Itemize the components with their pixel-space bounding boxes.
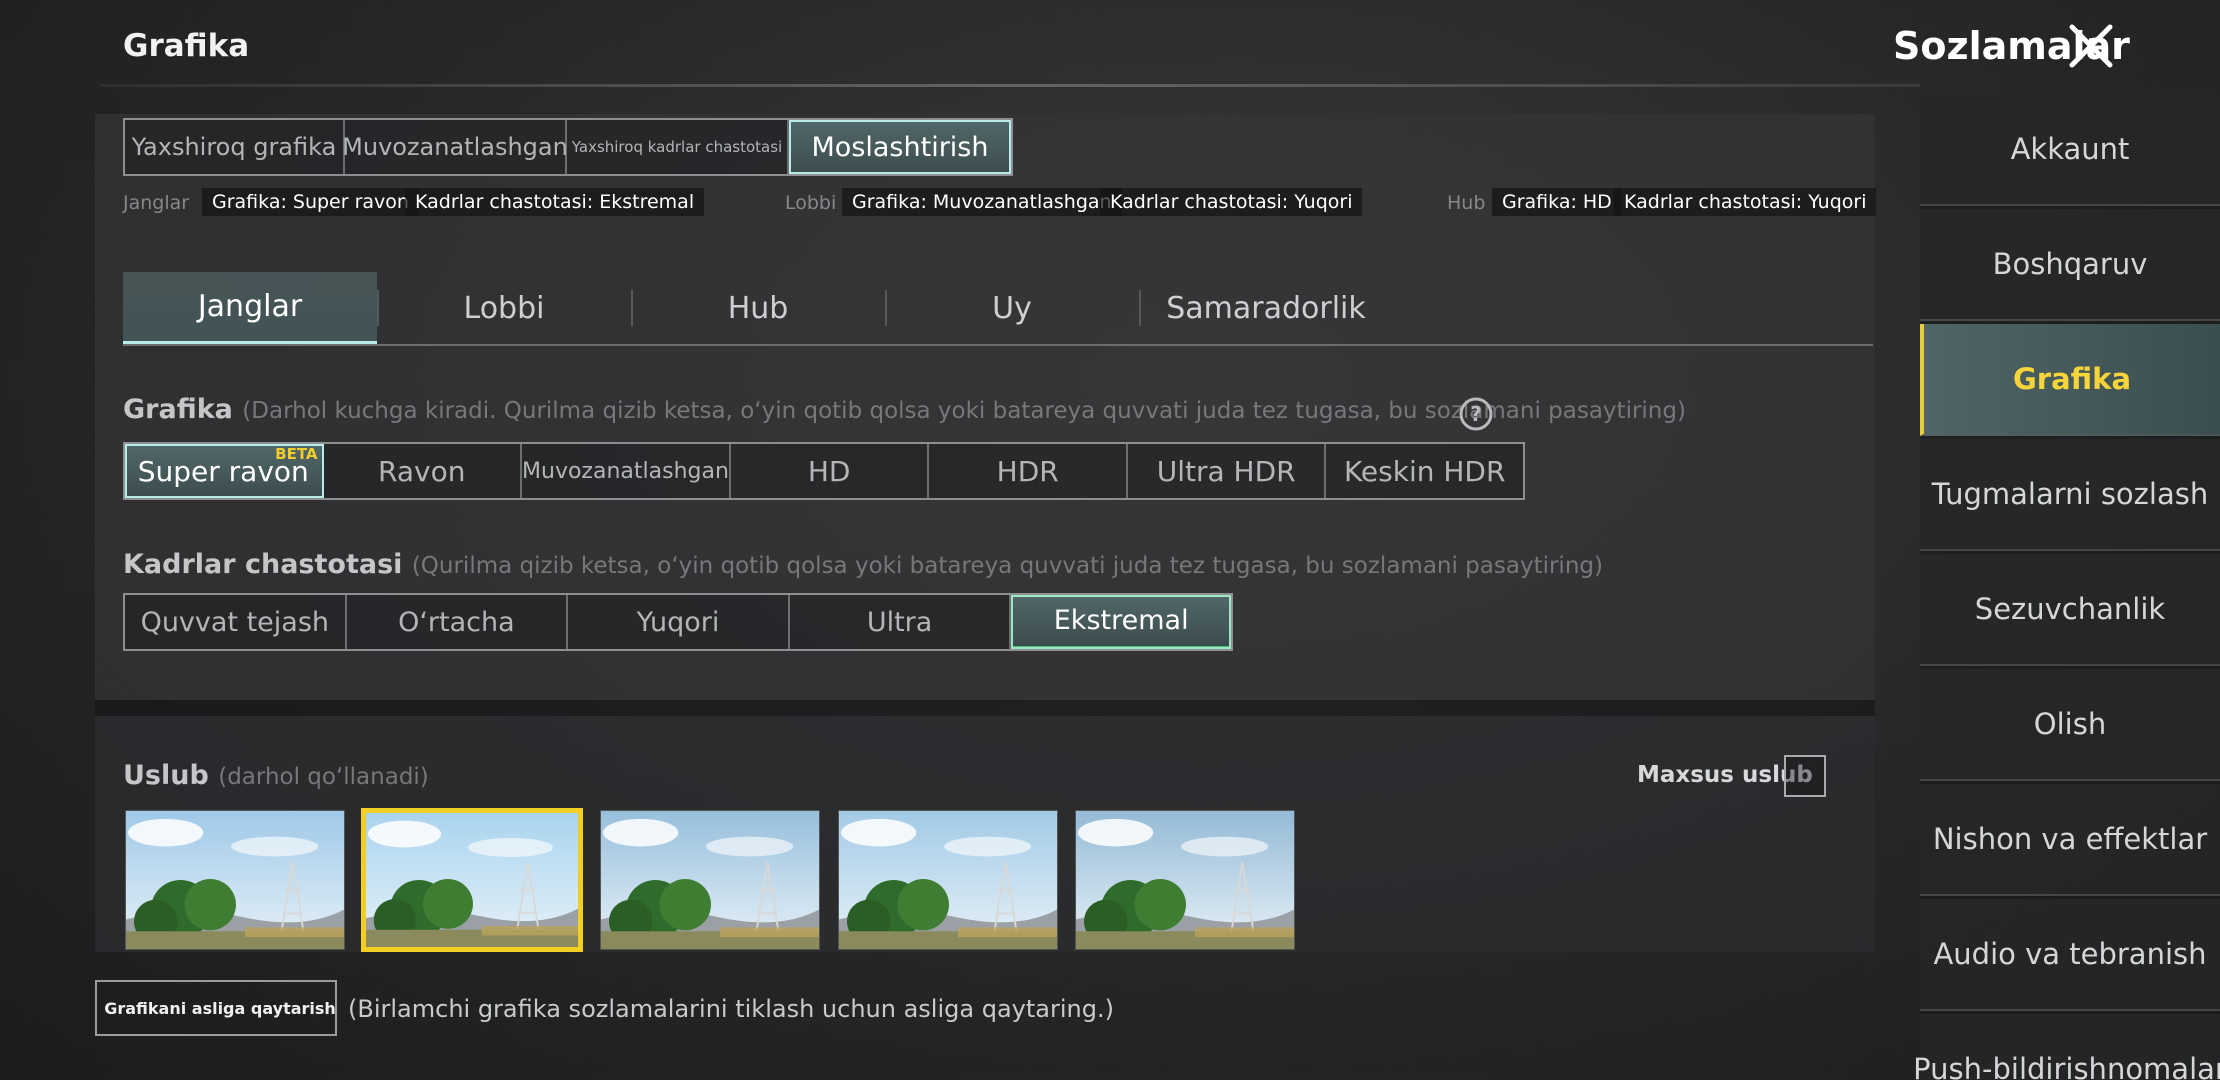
fps-medium[interactable]: O‘rtacha <box>347 595 569 649</box>
help-button[interactable]: ? <box>1458 396 1494 436</box>
style-thumb[interactable] <box>838 810 1058 950</box>
close-icon <box>2069 24 2113 68</box>
battles-info-label: Janglar <box>123 192 190 214</box>
graphics-ultra-hdr[interactable]: Ultra HDR <box>1128 444 1327 498</box>
preset-customize[interactable]: Moslashtirish <box>789 120 1011 174</box>
sidebar-item-controls[interactable]: Boshqaruv <box>1920 209 2220 321</box>
preset-balanced[interactable]: Muvozanatlashgan <box>342 120 568 174</box>
sidebar-item-audio-vibration[interactable]: Audio va tebranish <box>1920 899 2220 1011</box>
style-label-text: Uslub <box>123 760 209 791</box>
style-thumb[interactable] <box>361 808 583 952</box>
panel-separator <box>95 700 1875 716</box>
page-title: Grafika <box>123 28 250 64</box>
close-button[interactable] <box>2046 20 2136 72</box>
svg-text:?: ? <box>1470 402 1482 426</box>
style-note: (darhol qo‘llanadi) <box>218 764 429 790</box>
fps-section-label: Kadrlar chastotasi (Qurilma qizib ketsa,… <box>123 549 1603 580</box>
style-thumb[interactable] <box>1075 810 1295 950</box>
reset-graphics-button[interactable]: Grafikani asliga qaytarish <box>95 980 337 1036</box>
fps-label-text: Kadrlar chastotasi <box>123 549 403 580</box>
style-section-label: Uslub (darhol qo‘llanadi) <box>123 760 429 791</box>
hub-info-label: Hub <box>1447 192 1486 214</box>
style-thumb[interactable] <box>600 810 820 950</box>
sidebar-item-crosshair-effects[interactable]: Nishon va effektlar <box>1920 784 2220 896</box>
graphics-smooth[interactable]: Ravon <box>324 444 523 498</box>
help-icon: ? <box>1459 397 1493 431</box>
tab-performance[interactable]: Samaradorlik <box>1139 272 1393 344</box>
sidebar-item-push-notifications[interactable]: Push-bildirishnomalar <box>1913 1014 2220 1080</box>
reset-note: (Birlamchi grafika sozlamalarini tiklash… <box>348 995 1114 1023</box>
battles-fps-chip: Kadrlar chastotasi: Ekstremal <box>405 188 705 216</box>
reset-button-label: Grafikani asliga qaytarish <box>104 998 336 1018</box>
header-divider <box>100 84 1920 87</box>
hub-graphics-chip: Grafika: HD <box>1492 188 1622 216</box>
lobby-fps-chip: Kadrlar chastotasi: Yuqori <box>1100 188 1363 216</box>
graphics-hdr[interactable]: HDR <box>929 444 1128 498</box>
graphics-label-text: Grafika <box>123 394 233 425</box>
preset-better-fps[interactable]: Yaxshiroq kadrlar chastotasi <box>567 120 789 174</box>
tab-lobby[interactable]: Lobbi <box>377 272 631 344</box>
graphics-hd[interactable]: HD <box>731 444 930 498</box>
custom-style-checkbox[interactable] <box>1784 755 1826 797</box>
fps-ultra[interactable]: Ultra <box>790 595 1012 649</box>
sidebar-item-graphics[interactable]: Grafika <box>1920 324 2220 436</box>
graphics-super-smooth[interactable]: Super ravon BETA <box>125 444 324 498</box>
graphics-balanced[interactable]: Muvozanatlashgan <box>522 444 731 498</box>
tab-battles[interactable]: Janglar <box>123 272 377 344</box>
fps-extreme[interactable]: Ekstremal <box>1011 595 1231 649</box>
mode-tab-bar: Janglar Lobbi Hub Uy Samaradorlik <box>123 272 1873 346</box>
lobby-graphics-chip: Grafika: Muvozanatlashgan <box>842 188 1122 216</box>
fps-note: (Qurilma qizib ketsa, o‘yin qotib qolsa … <box>411 553 1603 579</box>
settings-sidebar: Akkaunt Boshqaruv Grafika Tugmalarni soz… <box>1913 94 2220 1080</box>
beta-badge: BETA <box>275 445 318 463</box>
sidebar-item-customize-buttons[interactable]: Tugmalarni sozlash <box>1920 439 2220 551</box>
fps-high[interactable]: Yuqori <box>568 595 790 649</box>
style-thumb[interactable] <box>125 810 345 950</box>
battles-graphics-chip: Grafika: Super ravon <box>202 188 419 216</box>
sidebar-item-pickup[interactable]: Olish <box>1920 669 2220 781</box>
sidebar-item-sensitivity[interactable]: Sezuvchanlik <box>1920 554 2220 666</box>
graphics-section-label: Grafika (Darhol kuchga kiradi. Qurilma q… <box>123 394 1686 425</box>
graphics-extreme-hdr[interactable]: Keskin HDR <box>1326 444 1523 498</box>
sidebar-item-account[interactable]: Akkaunt <box>1920 94 2220 206</box>
frame-rate-selector: Quvvat tejash O‘rtacha Yuqori Ultra Ekst… <box>123 593 1233 651</box>
graphics-preset-selector: Yaxshiroq grafika Muvozanatlashgan Yaxsh… <box>123 118 1013 176</box>
tab-hub[interactable]: Hub <box>631 272 885 344</box>
lobby-info-label: Lobbi <box>785 192 837 214</box>
preset-better-graphics[interactable]: Yaxshiroq grafika <box>125 120 345 174</box>
hub-fps-chip: Kadrlar chastotasi: Yuqori <box>1614 188 1877 216</box>
tab-home[interactable]: Uy <box>885 272 1139 344</box>
fps-power-saving[interactable]: Quvvat tejash <box>125 595 347 649</box>
graphics-quality-selector: Super ravon BETA Ravon Muvozanatlashgan … <box>123 442 1525 500</box>
